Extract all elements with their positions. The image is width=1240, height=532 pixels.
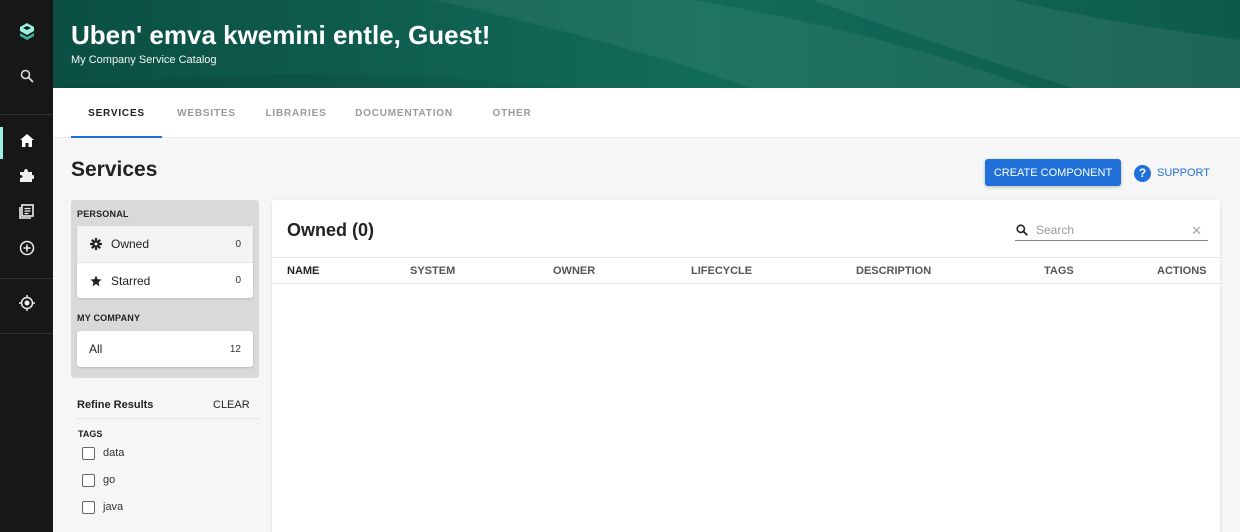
filter-group-personal: PERSONAL: [77, 209, 129, 219]
nav-create[interactable]: [0, 232, 53, 268]
nav-docs[interactable]: [0, 196, 53, 232]
tag-label: data: [103, 447, 125, 459]
page-greeting-title: Uben' emva kwemini entle, Guest!: [71, 20, 491, 50]
tag-checkbox[interactable]: [82, 446, 95, 460]
column-header-tags[interactable]: TAGS: [1044, 265, 1074, 277]
catalog-tabs: SERVICES WEBSITES LIBRARIES DOCUMENTATIO…: [53, 88, 1240, 138]
tab-documentation[interactable]: DOCUMENTATION: [341, 88, 467, 138]
docs-icon: [19, 204, 34, 224]
tag-label: java: [103, 501, 124, 513]
tab-services[interactable]: SERVICES: [71, 88, 162, 138]
nav-home[interactable]: [0, 125, 53, 161]
company-filter-list: All 12: [77, 331, 253, 367]
search-icon: [1016, 224, 1030, 236]
tag-filter-data[interactable]: data: [82, 444, 124, 462]
column-header-actions: ACTIONS: [1157, 265, 1207, 277]
help-icon: ?: [1134, 164, 1151, 182]
tag-checkbox[interactable]: [82, 500, 95, 514]
support-label: SUPPORT: [1157, 167, 1210, 179]
radar-icon: [18, 294, 35, 316]
column-header-owner[interactable]: OWNER: [553, 265, 595, 277]
tag-filter-java[interactable]: java: [82, 498, 123, 516]
filter-all[interactable]: All 12: [77, 331, 253, 367]
column-header-name[interactable]: NAME: [287, 265, 319, 277]
search-icon[interactable]: [0, 58, 53, 94]
rail-divider: [0, 333, 53, 334]
filter-starred-count: 0: [235, 275, 241, 286]
rail-divider: [0, 278, 53, 279]
filter-owned[interactable]: Owned 0: [77, 226, 253, 262]
star-icon: [89, 275, 103, 287]
clear-filters-button[interactable]: CLEAR: [213, 399, 250, 411]
filter-starred-label: Starred: [111, 273, 151, 288]
column-header-system[interactable]: SYSTEM: [410, 265, 455, 277]
filter-all-count: 12: [229, 343, 241, 355]
catalog-subtitle: My Company Service Catalog: [71, 54, 217, 66]
filter-owned-count: 0: [235, 238, 241, 250]
home-icon: [19, 134, 34, 152]
filter-group-company: MY COMPANY: [77, 313, 141, 323]
app-logo-icon[interactable]: [0, 18, 53, 46]
column-header-lifecycle[interactable]: LIFECYCLE: [691, 265, 752, 277]
nav-apis[interactable]: [0, 160, 53, 196]
header-banner: Uben' emva kwemini entle, Guest! My Comp…: [53, 0, 1240, 88]
table-title: Owned (0): [287, 220, 375, 240]
tag-filter-go[interactable]: go: [82, 471, 115, 489]
create-icon: [19, 240, 35, 261]
filter-panel: PERSONAL Owned 0 Starred 0 MY COMPANY Al…: [71, 200, 259, 378]
filter-starred[interactable]: Starred 0: [77, 262, 253, 298]
tab-websites[interactable]: WEBSITES: [162, 88, 251, 138]
filter-all-label: All: [89, 342, 103, 356]
clear-search-icon[interactable]: ✕: [1191, 223, 1202, 239]
personal-filter-list: Owned 0 Starred 0: [77, 226, 253, 298]
owned-table-panel: Owned (0) ✕ NAME SYSTEM OWNER LIFECYCLE …: [272, 200, 1220, 532]
column-header-description[interactable]: DESCRIPTION: [856, 265, 931, 277]
table-header-row: NAME SYSTEM OWNER LIFECYCLE DESCRIPTION …: [272, 257, 1220, 284]
refine-divider: [77, 418, 259, 419]
rail-divider: [0, 114, 53, 115]
nav-tech-radar[interactable]: [0, 287, 53, 323]
gear-icon: [89, 238, 103, 250]
tag-checkbox[interactable]: [82, 473, 95, 487]
page-title: Services: [71, 158, 158, 181]
support-button[interactable]: ? SUPPORT: [1134, 162, 1210, 184]
search-input[interactable]: [1036, 223, 1186, 237]
tab-other[interactable]: OTHER: [467, 88, 557, 138]
sidebar-rail: [0, 0, 53, 532]
tag-label: go: [103, 474, 116, 486]
refine-results-label: Refine Results: [77, 399, 154, 411]
create-component-button[interactable]: CREATE COMPONENT: [985, 159, 1121, 186]
tab-libraries[interactable]: LIBRARIES: [251, 88, 341, 138]
puzzle-icon: [19, 168, 35, 188]
filter-owned-label: Owned: [111, 237, 150, 251]
table-search: ✕: [1015, 220, 1208, 241]
tags-filter-label: TAGS: [78, 429, 103, 439]
